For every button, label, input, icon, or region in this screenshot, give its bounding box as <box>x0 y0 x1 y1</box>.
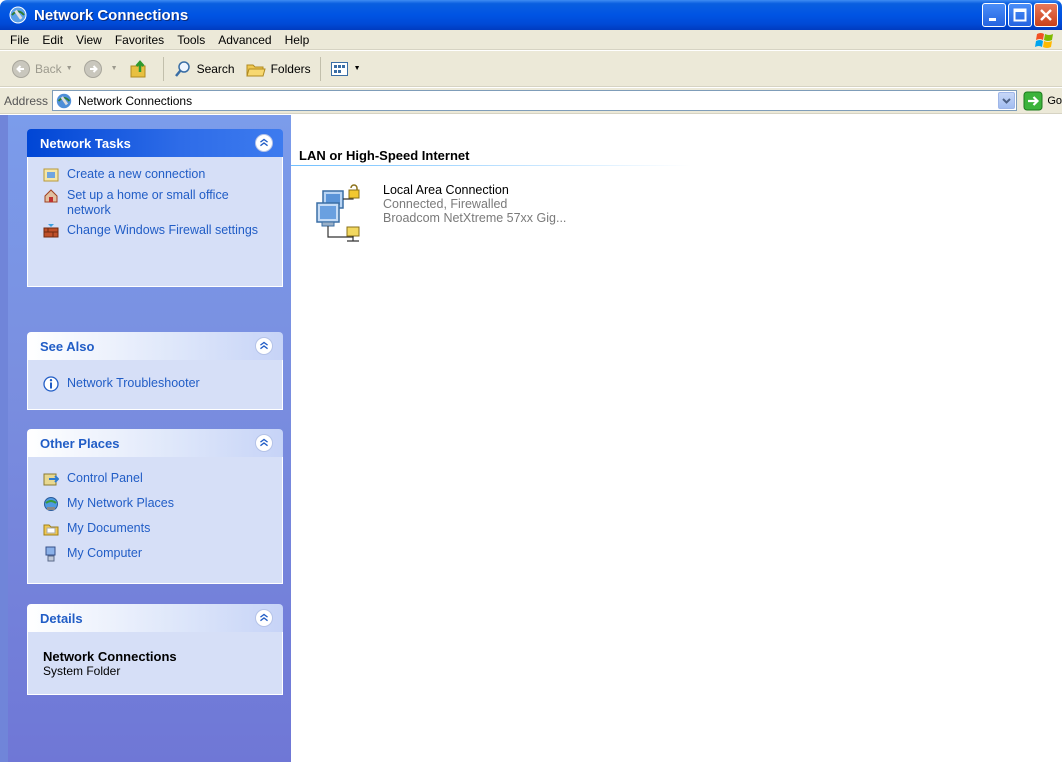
close-icon <box>1040 9 1052 21</box>
network-tasks-body: Create a new connection Set up a home or… <box>27 157 283 287</box>
views-icon <box>330 61 348 76</box>
collapse-icon[interactable] <box>255 134 273 152</box>
control-panel-icon <box>43 473 59 486</box>
network-tasks-header[interactable]: Network Tasks <box>27 129 283 157</box>
views-button[interactable]: ▼ <box>325 55 366 83</box>
network-places-icon <box>44 497 58 511</box>
search-button[interactable]: Search <box>168 55 240 83</box>
see-also-panel: See Also Network Troubleshooter <box>27 332 283 410</box>
go-arrow-icon <box>1023 91 1043 110</box>
forward-dropdown-icon[interactable]: ▼ <box>111 65 118 72</box>
up-folder-icon <box>130 59 146 77</box>
menu-bar: File Edit View Favorites Tools Advanced … <box>0 30 1062 50</box>
connection-name: Local Area Connection <box>383 183 509 197</box>
address-label: Address <box>4 93 49 108</box>
other-places-body: Control Panel My Network Places My Docum… <box>27 457 283 584</box>
collapse-icon[interactable] <box>255 609 273 627</box>
go-button[interactable]: Go <box>1023 91 1062 111</box>
back-label: Back <box>35 61 62 76</box>
task-pane: Network Tasks Create a new connection Se… <box>0 115 291 762</box>
details-name: Network Connections <box>43 649 177 664</box>
back-button[interactable]: Back ▼ <box>6 55 78 83</box>
my-documents-icon <box>43 524 59 536</box>
close-button[interactable] <box>1034 3 1058 27</box>
local-area-connection-item[interactable]: Local Area Connection Connected, Firewal… <box>313 183 566 245</box>
windows-logo-icon <box>1035 33 1053 48</box>
go-label: Go <box>1047 94 1062 107</box>
menu-edit[interactable]: Edit <box>38 33 72 47</box>
place-my-computer[interactable]: My Computer <box>43 546 272 562</box>
search-icon <box>174 60 190 77</box>
title-bar[interactable]: Network Connections <box>0 0 1062 30</box>
place-my-documents[interactable]: My Documents <box>43 521 272 537</box>
details-header[interactable]: Details <box>27 604 283 632</box>
chevron-down-icon <box>1002 98 1012 104</box>
task-network-troubleshooter[interactable]: Network Troubleshooter <box>43 376 272 392</box>
group-header: LAN or High-Speed Internet <box>299 148 470 163</box>
home-network-icon <box>44 189 58 203</box>
folders-button[interactable]: Folders <box>240 55 316 83</box>
address-bar: Address Network Connections Go <box>0 88 1062 114</box>
network-tasks-panel: Network Tasks Create a new connection Se… <box>27 129 283 287</box>
file-view: LAN or High-Speed Internet Local Area Co… <box>291 115 1062 762</box>
panel-title: See Also <box>40 338 95 354</box>
see-also-body: Network Troubleshooter <box>27 360 283 410</box>
group-divider <box>291 165 691 166</box>
toolbar-separator <box>319 56 321 81</box>
panel-title: Network Tasks <box>40 135 131 151</box>
my-computer-icon <box>45 546 56 562</box>
menu-favorites[interactable]: Favorites <box>111 33 173 47</box>
address-dropdown-button[interactable] <box>998 92 1016 109</box>
place-control-panel[interactable]: Control Panel <box>43 471 272 487</box>
back-arrow-icon <box>12 59 30 78</box>
maximize-icon <box>1013 8 1027 22</box>
address-input[interactable]: Network Connections <box>52 90 1018 111</box>
folders-icon <box>245 64 266 76</box>
place-my-network-places[interactable]: My Network Places <box>43 496 272 512</box>
collapse-icon[interactable] <box>255 434 273 452</box>
menu-advanced[interactable]: Advanced <box>214 33 280 47</box>
views-dropdown-icon: ▼ <box>353 65 361 72</box>
see-also-header[interactable]: See Also <box>27 332 283 360</box>
other-places-panel: Other Places Control Panel My Network Pl… <box>27 429 283 584</box>
forward-arrow-icon <box>83 59 102 78</box>
explorer-window: Network Connections File Edit View Favor… <box>0 0 1062 762</box>
details-panel: Details Network Connections System Folde… <box>27 604 283 695</box>
other-places-header[interactable]: Other Places <box>27 429 283 457</box>
menu-file[interactable]: File <box>6 33 38 47</box>
details-body: Network Connections System Folder <box>27 632 283 695</box>
firewall-icon <box>43 224 59 238</box>
back-dropdown-icon[interactable]: ▼ <box>66 65 73 72</box>
task-create-connection[interactable]: Create a new connection <box>43 167 272 183</box>
maximize-button[interactable] <box>1008 3 1032 27</box>
connection-device: Broadcom NetXtreme 57xx Gig... <box>383 211 567 225</box>
window-title: Network Connections <box>34 6 189 24</box>
toolbar-separator <box>162 56 164 81</box>
menu-view[interactable]: View <box>72 33 111 47</box>
network-connection-icon <box>316 184 360 242</box>
task-home-network[interactable]: Set up a home or small office network <box>43 188 272 218</box>
details-type: System Folder <box>43 664 121 678</box>
minimize-icon <box>989 18 996 21</box>
menu-help[interactable]: Help <box>281 33 319 47</box>
address-value: Network Connections <box>78 93 193 108</box>
minimize-button[interactable] <box>982 3 1006 27</box>
connection-status: Connected, Firewalled <box>383 197 508 211</box>
new-connection-icon <box>43 168 59 182</box>
panel-title: Details <box>40 610 83 626</box>
connection-details: Local Area Connection Connected, Firewal… <box>383 183 566 245</box>
menu-tools[interactable]: Tools <box>173 33 214 47</box>
network-connections-icon <box>9 6 27 24</box>
up-folder-button[interactable] <box>123 55 159 83</box>
info-icon <box>43 376 59 392</box>
collapse-icon[interactable] <box>255 337 273 355</box>
search-label: Search <box>196 61 235 76</box>
folders-label: Folders <box>270 61 311 76</box>
network-connections-icon <box>56 93 72 108</box>
task-firewall-settings[interactable]: Change Windows Firewall settings <box>43 223 272 239</box>
panel-title: Other Places <box>40 435 120 451</box>
toolbar: Back ▼ ▼ Search Folders ▼ <box>0 51 1062 87</box>
forward-button[interactable]: ▼ <box>78 55 123 83</box>
